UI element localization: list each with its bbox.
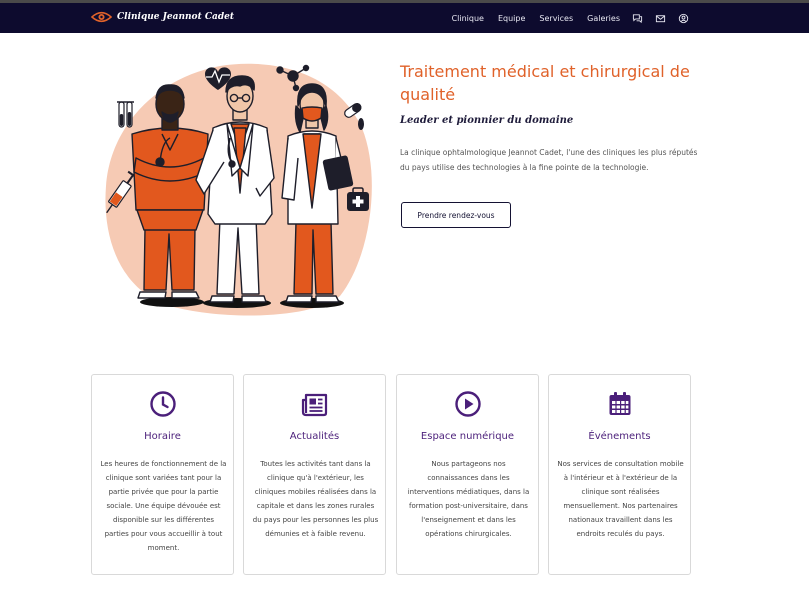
eye-logo-icon (91, 11, 112, 23)
nav-links: Clinique Equipe Services Galeries (438, 3, 689, 33)
book-appointment-button[interactable]: Prendre rendez-vous (401, 202, 511, 228)
medical-staff-illustration (105, 63, 372, 316)
nav-link-clinique[interactable]: Clinique (452, 14, 484, 23)
mail-icon[interactable] (655, 13, 666, 24)
play-circle-icon (455, 391, 481, 417)
calendar-icon (609, 392, 631, 415)
hero-subtitle: Leader et pionnier du domaine (400, 115, 574, 126)
card-title: Actualités (289, 431, 340, 442)
nav-link-equipe[interactable]: Equipe (498, 14, 525, 23)
card-title: Événements (588, 431, 651, 442)
card-text: Toutes les activités tant dans la cliniq… (252, 460, 379, 538)
card-title: Espace numérique (420, 431, 515, 442)
card-text: Nos services de consultation mobile à l'… (557, 460, 684, 538)
chat-icon[interactable] (632, 13, 643, 24)
test-tubes-icon (117, 101, 134, 128)
nav-link-galeries[interactable]: Galeries (587, 14, 620, 23)
card-text: Les heures de fonctionnement de la clini… (100, 460, 227, 552)
card-text: Nous partageons nos connaissances dans l… (407, 460, 530, 538)
nav-link-services[interactable]: Services (539, 14, 573, 23)
feature-card-espace-numerique: Espace numérique Nous partageons nos con… (396, 374, 539, 575)
feature-card-evenements: Événements Nos services de consultation … (548, 374, 691, 575)
hero-title: Traitement médical et chirurgical de qua… (400, 62, 690, 104)
navbar: Clinique Jeannot Cadet Clinique Equipe S… (0, 3, 809, 33)
user-circle-icon[interactable] (678, 13, 689, 24)
hero-description: La clinique ophtalmologique Jeannot Cade… (400, 148, 698, 172)
newspaper-icon (301, 393, 328, 417)
card-title: Horaire (144, 431, 181, 442)
pill-capsule (358, 118, 364, 130)
feature-card-actualites: Actualités Toutes les activités tant dan… (243, 374, 386, 575)
clock-icon (150, 391, 176, 417)
feature-card-horaire: Horaire Les heures de fonctionnement de … (91, 374, 234, 575)
brand[interactable]: Clinique Jeannot Cadet (91, 10, 234, 24)
brand-name: Clinique Jeannot Cadet (117, 12, 235, 22)
